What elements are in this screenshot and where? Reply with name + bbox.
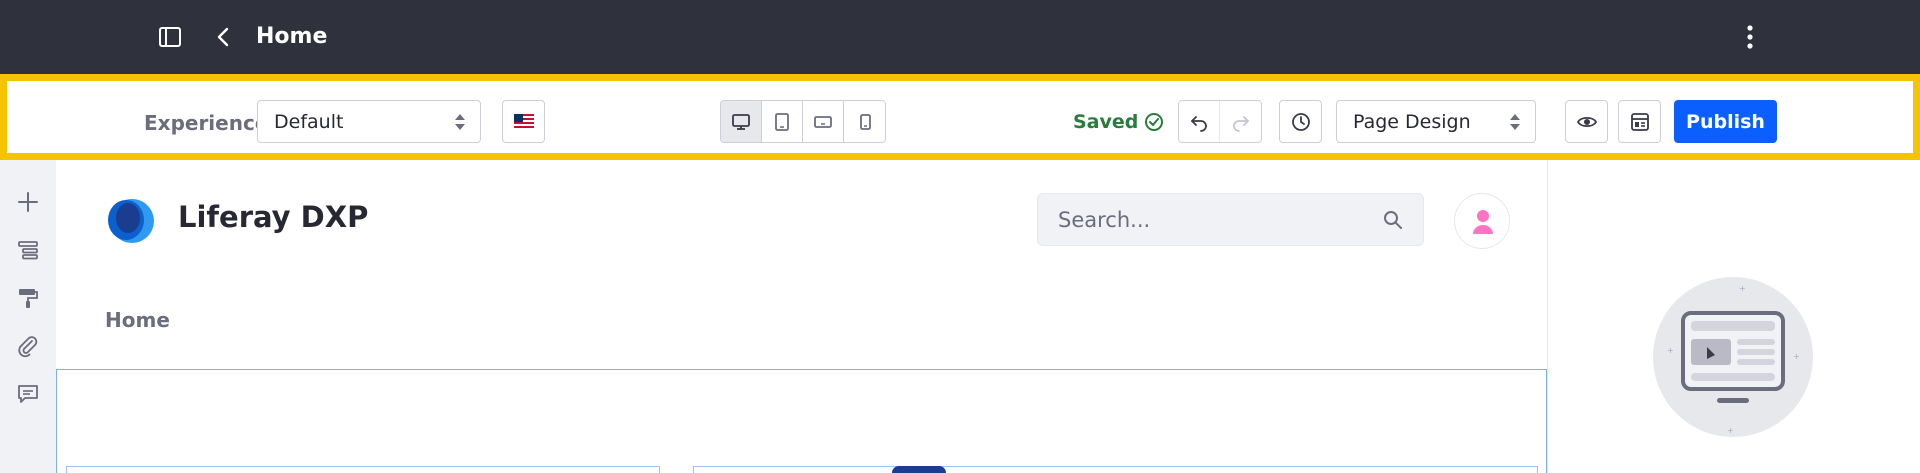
paperclip-icon[interactable] (16, 334, 40, 358)
clock-icon (1291, 112, 1310, 131)
portrait-phone-icon (859, 113, 871, 130)
tablet-icon (775, 112, 789, 131)
save-status: Saved (1073, 111, 1139, 133)
empty-selection-illustration-icon: + + + + (1653, 277, 1813, 437)
undo-icon (1191, 115, 1207, 132)
site-name: Liferay DXP (178, 200, 369, 234)
desktop-view-button[interactable] (721, 101, 762, 142)
history-button[interactable] (1279, 100, 1322, 143)
user-icon (1473, 210, 1493, 234)
sidebar-toggle-icon[interactable] (158, 26, 182, 48)
eye-icon (1576, 116, 1597, 127)
page-template-icon (1630, 112, 1649, 131)
undo-button[interactable] (1179, 101, 1220, 142)
format-painter-icon[interactable] (16, 286, 40, 310)
svg-text:+: + (1727, 426, 1734, 435)
check-circle-icon (1145, 113, 1163, 131)
desktop-icon (732, 113, 750, 130)
user-avatar-button[interactable] (1454, 193, 1510, 249)
edit-mode-value: Page Design (1353, 111, 1471, 133)
fragment-container[interactable] (56, 369, 1547, 473)
chevron-left-icon[interactable] (214, 26, 234, 48)
tablet-view-button[interactable] (762, 101, 803, 142)
edit-mode-select[interactable]: Page Design (1336, 100, 1536, 143)
us-flag-icon (514, 114, 534, 130)
fragment-content-peek (892, 466, 946, 473)
caret-double-icon (1510, 114, 1520, 130)
redo-button[interactable] (1220, 101, 1261, 142)
plus-icon[interactable] (16, 190, 40, 214)
undo-redo-group (1178, 100, 1262, 143)
publish-button[interactable]: Publish (1674, 100, 1777, 143)
experience-label: Experience (144, 111, 269, 135)
page-title: Home (256, 24, 328, 49)
experience-select[interactable]: Default (257, 100, 481, 143)
search-input[interactable] (1058, 208, 1358, 232)
fragment-column-left[interactable] (66, 466, 660, 473)
search-icon[interactable] (1383, 210, 1403, 230)
page-template-button[interactable] (1618, 100, 1661, 143)
portrait-phone-view-button[interactable] (844, 101, 885, 142)
landscape-phone-view-button[interactable] (803, 101, 844, 142)
svg-text:+: + (1739, 284, 1746, 293)
liferay-logo-icon (108, 199, 154, 243)
experience-value: Default (274, 111, 344, 133)
preview-button[interactable] (1565, 100, 1608, 143)
configuration-panel: + + + + (1547, 160, 1920, 473)
control-menu: Home (0, 0, 1920, 74)
page-editor-toolbar: Experience Default Saved Page Design Pub… (0, 74, 1920, 160)
landscape-phone-icon (814, 115, 832, 128)
comments-icon[interactable] (16, 382, 40, 406)
editor-sidebar-rail (0, 160, 56, 473)
page-canvas: Liferay DXP Home (56, 160, 1547, 473)
search-bar[interactable] (1037, 193, 1424, 246)
nav-item-home[interactable]: Home (105, 308, 170, 332)
page-structure-icon[interactable] (16, 238, 40, 262)
language-selector-button[interactable] (502, 100, 545, 143)
svg-text:+: + (1793, 352, 1800, 361)
device-preview-group (720, 100, 886, 143)
redo-icon (1232, 115, 1249, 132)
svg-text:+: + (1667, 346, 1674, 355)
fragment-column-right[interactable] (693, 466, 1538, 473)
caret-double-icon (455, 114, 465, 130)
ellipsis-vertical-icon[interactable] (1738, 24, 1762, 50)
